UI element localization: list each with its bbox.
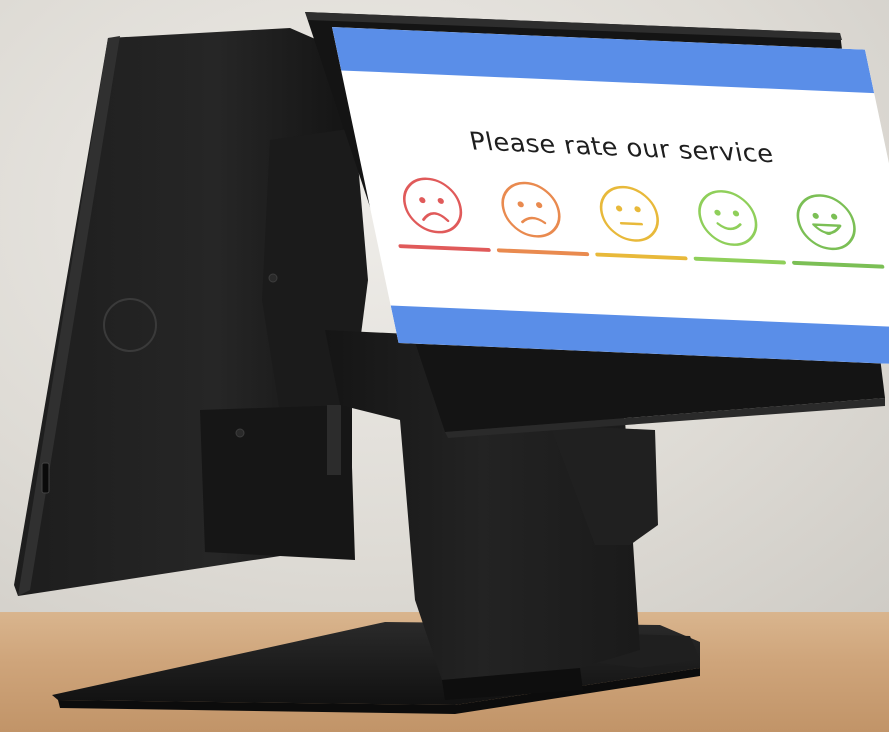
rating-options: [382, 168, 889, 274]
rating-neutral[interactable]: [579, 176, 691, 265]
smile-face-icon: [693, 190, 786, 265]
rating-screen: Please rate our service: [332, 27, 889, 366]
neutral-face-icon: [595, 185, 688, 261]
usb-port: [41, 462, 50, 494]
very-sad-face-icon: [398, 177, 491, 252]
rating-very-unsatisfied[interactable]: [382, 168, 494, 257]
happy-face-icon: [792, 194, 885, 269]
rating-prompt: Please rate our service: [466, 126, 777, 169]
rating-unsatisfied[interactable]: [480, 172, 592, 261]
sad-face-icon: [496, 181, 590, 257]
rating-satisfied[interactable]: [677, 181, 789, 270]
rating-very-satisfied[interactable]: [776, 185, 888, 274]
